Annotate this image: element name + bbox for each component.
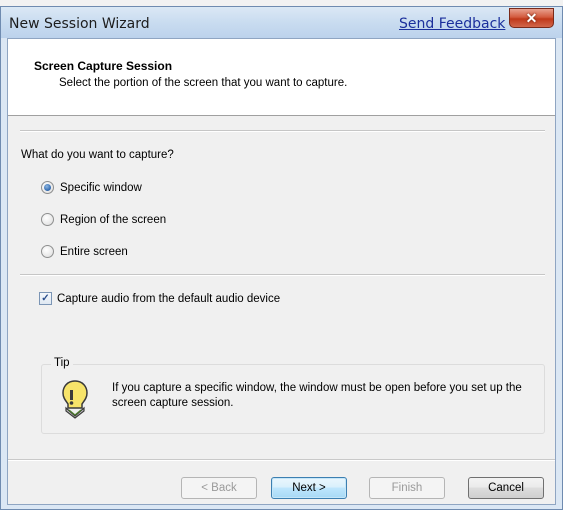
radio-button[interactable] <box>41 213 54 226</box>
radio-button[interactable] <box>41 181 54 194</box>
footer-divider <box>8 459 555 461</box>
divider <box>20 130 545 132</box>
radio-specific-window[interactable]: Specific window <box>41 181 142 194</box>
page-title: Screen Capture Session <box>34 59 173 73</box>
radio-entire-screen[interactable]: Entire screen <box>41 245 128 258</box>
header-panel: Screen Capture Session Select the portio… <box>8 39 555 116</box>
window-title: New Session Wizard <box>9 16 150 32</box>
tip-legend: Tip <box>51 357 73 369</box>
next-button[interactable]: Next > <box>271 477 347 499</box>
radio-region-of-screen[interactable]: Region of the screen <box>41 213 166 226</box>
divider <box>20 274 545 276</box>
close-icon: ✕ <box>525 9 538 26</box>
capture-audio-label: Capture audio from the default audio dev… <box>57 292 281 305</box>
radio-label: Entire screen <box>60 245 128 258</box>
capture-audio-option[interactable]: ✓ Capture audio from the default audio d… <box>39 292 280 305</box>
tip-group: Tip If you capture a specific window, th… <box>41 357 545 434</box>
title-bar[interactable]: New Session Wizard Send Feedback ✕ <box>1 7 562 38</box>
send-feedback-link[interactable]: Send Feedback <box>399 16 505 32</box>
cancel-button[interactable]: Cancel <box>468 477 544 499</box>
finish-button[interactable]: Finish <box>369 477 445 499</box>
wizard-window: New Session Wizard Send Feedback ✕ Scree… <box>0 6 563 510</box>
close-button[interactable]: ✕ <box>509 8 554 28</box>
back-button[interactable]: < Back <box>181 477 257 499</box>
capture-audio-checkbox[interactable]: ✓ <box>39 292 52 305</box>
tip-text: If you capture a specific window, the wi… <box>112 382 522 409</box>
radio-label: Specific window <box>60 181 142 194</box>
lightbulb-icon <box>62 380 88 419</box>
wizard-dialog: Screen Capture Session Select the portio… <box>7 38 556 505</box>
capture-question: What do you want to capture? <box>21 149 174 161</box>
page-subtitle: Select the portion of the screen that yo… <box>59 77 348 89</box>
radio-button[interactable] <box>41 245 54 258</box>
radio-label: Region of the screen <box>60 213 167 226</box>
